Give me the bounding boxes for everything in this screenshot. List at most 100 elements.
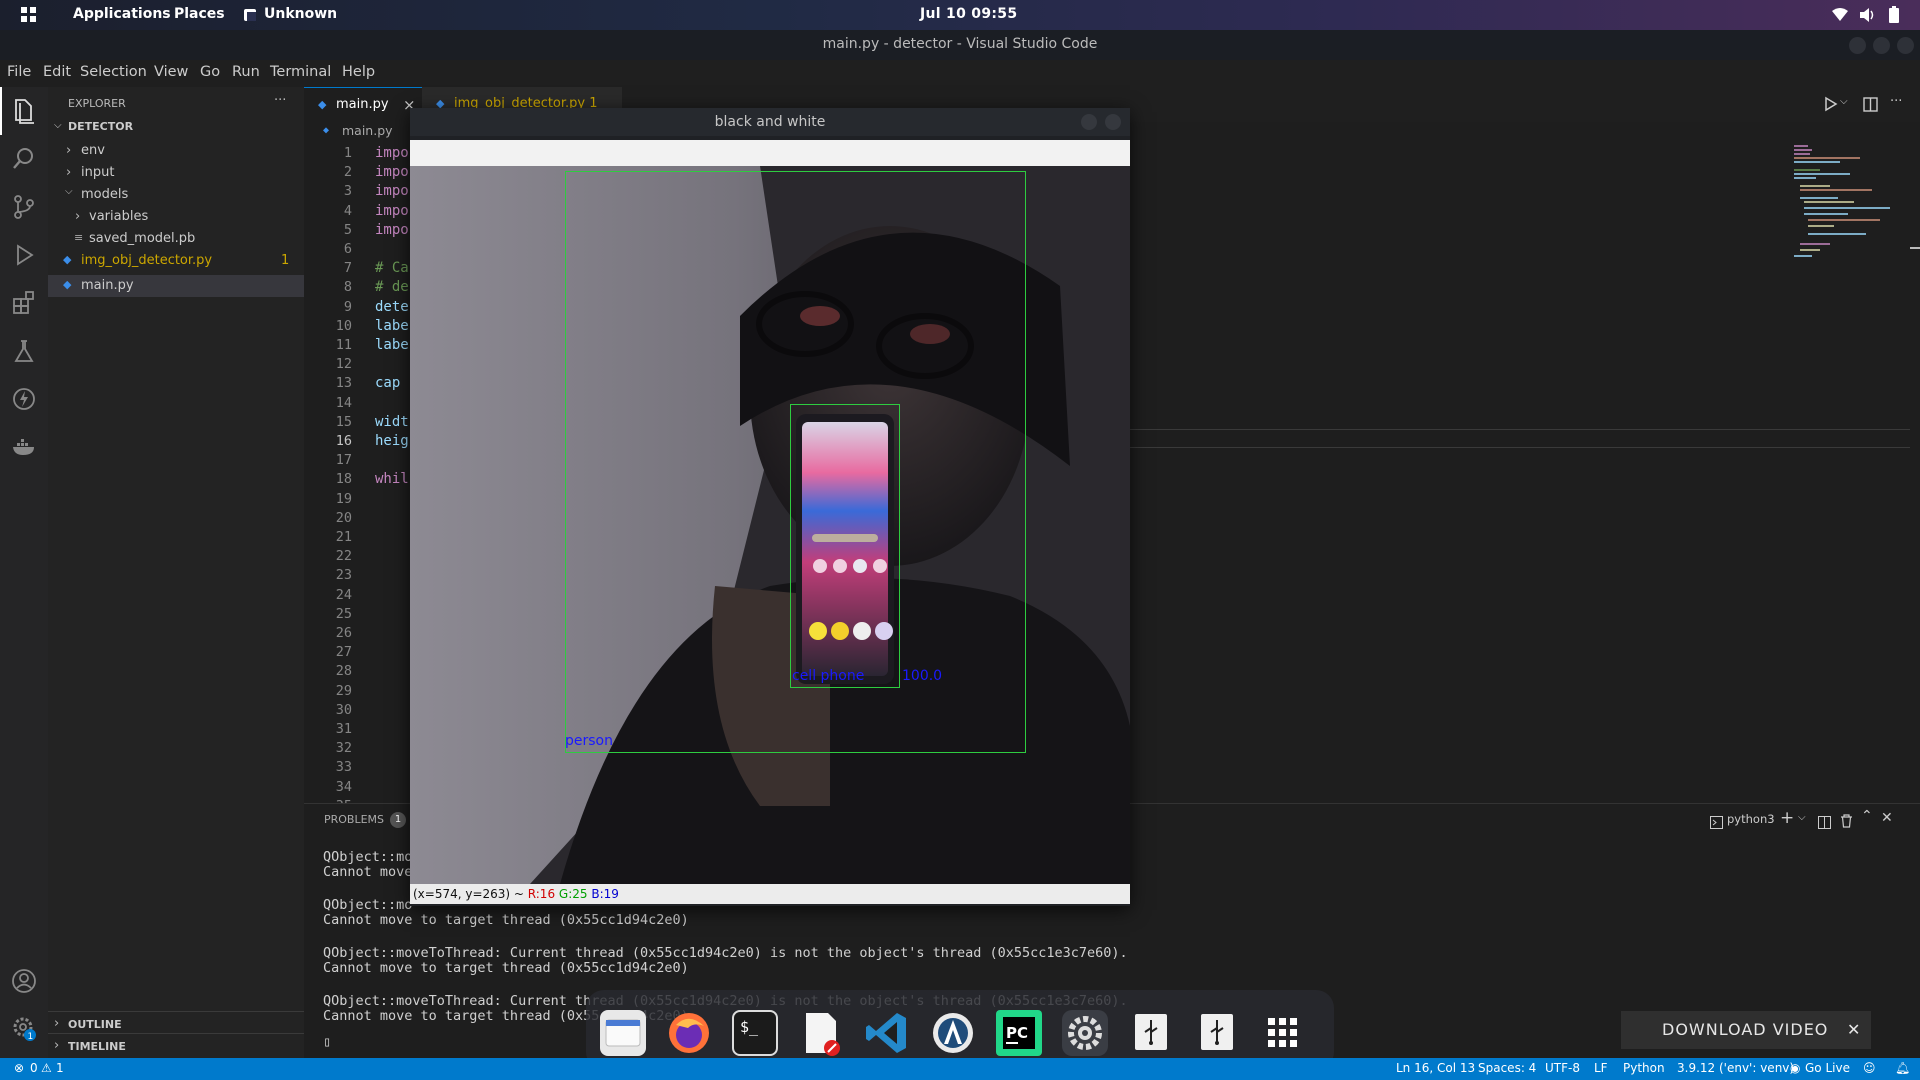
tree-item-main-py[interactable]: ◆ main.py (48, 275, 304, 297)
cv-toolbar[interactable] (410, 140, 1130, 166)
new-terminal-icon[interactable]: + (1780, 808, 1794, 828)
notifications-bell-icon[interactable]: 🔔︎ (1895, 1061, 1910, 1075)
search-icon[interactable] (10, 145, 38, 173)
download-video-button[interactable]: DOWNLOAD VIDEO ✕ (1621, 1011, 1871, 1049)
files-icon[interactable] (600, 1010, 646, 1056)
menu-file[interactable]: File (7, 64, 31, 80)
more-actions-icon[interactable]: ··· (1890, 94, 1902, 109)
chevron-down-icon[interactable]: ⌵ (1798, 812, 1806, 823)
android-studio-icon[interactable] (930, 1010, 976, 1056)
python-interpreter[interactable]: 3.9.12 ('env': venv) (1677, 1061, 1794, 1075)
clock[interactable]: Jul 10 09:55 (920, 6, 1017, 22)
maximize-button[interactable] (1873, 37, 1890, 54)
code-line[interactable]: dete (375, 299, 409, 315)
detection-box-cell-phone (790, 404, 900, 688)
testing-icon[interactable] (10, 337, 38, 365)
minimap[interactable] (1790, 142, 1910, 302)
app-menu[interactable]: Unknown (264, 6, 337, 22)
go-live-button[interactable]: Go Live (1805, 1061, 1850, 1075)
explorer-icon[interactable] (10, 97, 38, 125)
code-line[interactable]: # Ca (375, 260, 409, 276)
close-icon[interactable]: ✕ (1847, 1011, 1861, 1049)
maximize-panel-icon[interactable]: ⌃ (1861, 808, 1873, 824)
code-line[interactable]: # de (375, 279, 409, 295)
code-line[interactable]: labe (375, 318, 409, 334)
menu-edit[interactable]: Edit (43, 64, 71, 80)
applications-menu[interactable]: Applications (73, 6, 171, 22)
indentation[interactable]: Spaces: 4 (1478, 1061, 1536, 1075)
menu-view[interactable]: View (154, 64, 188, 80)
scrollbar-marker (1910, 247, 1920, 249)
battery-icon[interactable] (1889, 6, 1899, 27)
workspace-root[interactable]: DETECTOR (68, 120, 133, 133)
line-number: 27 (335, 644, 352, 661)
code-line[interactable]: impo (375, 145, 409, 161)
menu-terminal[interactable]: Terminal (270, 64, 331, 80)
source-control-icon[interactable] (10, 193, 38, 221)
terminal-cursor[interactable]: ▯ (323, 1034, 331, 1050)
run-debug-icon[interactable] (10, 241, 38, 269)
tab-problems[interactable]: PROBLEMS (324, 813, 384, 826)
camera-frame[interactable]: person cell phone 100.0 (410, 166, 1130, 884)
run-file-icon[interactable] (1824, 96, 1838, 116)
activities-icon[interactable] (21, 7, 36, 22)
text-editor-icon[interactable] (798, 1010, 844, 1056)
encoding[interactable]: UTF-8 (1545, 1061, 1580, 1075)
code-line[interactable]: cap (375, 375, 400, 391)
cv-minimize-button[interactable] (1081, 114, 1097, 130)
firefox-icon[interactable] (666, 1010, 712, 1056)
docker-icon[interactable] (10, 433, 38, 461)
warning-icon[interactable]: ⚠ (41, 1061, 52, 1075)
code-line[interactable]: labe (375, 337, 409, 353)
menu-go[interactable]: Go (200, 64, 220, 80)
thunder-client-icon[interactable] (10, 385, 38, 413)
code-line[interactable]: whil (375, 471, 409, 487)
breadcrumb[interactable]: main.py (342, 123, 393, 138)
settings-icon[interactable] (1062, 1010, 1108, 1056)
terminal-icon[interactable]: $_ (732, 1010, 778, 1056)
error-icon[interactable]: ⊗ (14, 1061, 24, 1075)
close-panel-icon[interactable]: ✕ (1881, 810, 1893, 826)
code-line[interactable]: impo (375, 164, 409, 180)
explorer-more-button[interactable]: ··· (274, 93, 286, 108)
usb-icon[interactable] (1128, 1010, 1174, 1056)
vscode-icon[interactable] (864, 1010, 910, 1056)
app-grid-icon[interactable] (1260, 1010, 1306, 1056)
tab-main-py[interactable]: ◆ main.py × (304, 87, 422, 122)
code-line[interactable]: heig (375, 433, 409, 449)
menu-run[interactable]: Run (232, 64, 260, 80)
code-line[interactable]: impo (375, 222, 409, 238)
cv-window-title-bar[interactable]: black and white (410, 108, 1130, 136)
manage-gear-icon[interactable]: 1 (10, 1014, 38, 1042)
feedback-icon[interactable]: ☺ (1863, 1061, 1876, 1075)
chevron-down-icon: ⌵ (65, 186, 73, 197)
line-number: 18 (335, 471, 352, 488)
cursor-position[interactable]: Ln 16, Col 13 (1396, 1061, 1475, 1075)
tree-item-label: img_obj_detector.py (81, 253, 213, 268)
code-line[interactable]: impo (375, 183, 409, 199)
menu-help[interactable]: Help (342, 64, 375, 80)
wifi-icon[interactable] (1832, 8, 1848, 26)
split-terminal-icon[interactable] (1818, 814, 1831, 833)
close-window-button[interactable] (1897, 37, 1914, 54)
cv-close-button[interactable] (1105, 114, 1121, 130)
language-mode[interactable]: Python (1623, 1061, 1665, 1075)
error-count[interactable]: 0 (30, 1061, 38, 1075)
trash-icon[interactable] (1840, 813, 1853, 832)
volume-icon[interactable] (1859, 7, 1875, 27)
warning-count[interactable]: 1 (56, 1061, 64, 1075)
code-line[interactable]: impo (375, 203, 409, 219)
code-line[interactable]: widt (375, 414, 409, 430)
opencv-window[interactable]: black and white person cell phone 100.0 … (410, 108, 1130, 906)
usb-2-icon[interactable] (1194, 1010, 1240, 1056)
terminal-selector[interactable]: python3 (1727, 812, 1775, 826)
menu-selection[interactable]: Selection (80, 64, 147, 80)
account-icon[interactable] (10, 967, 38, 995)
chevron-down-icon[interactable]: ⌵ (1840, 96, 1848, 107)
split-editor-icon[interactable] (1863, 97, 1878, 116)
minimize-button[interactable] (1849, 37, 1866, 54)
end-of-line[interactable]: LF (1594, 1061, 1608, 1075)
places-menu[interactable]: Places (174, 6, 225, 22)
extensions-icon[interactable] (10, 289, 38, 317)
pycharm-icon[interactable]: PC (996, 1010, 1042, 1056)
